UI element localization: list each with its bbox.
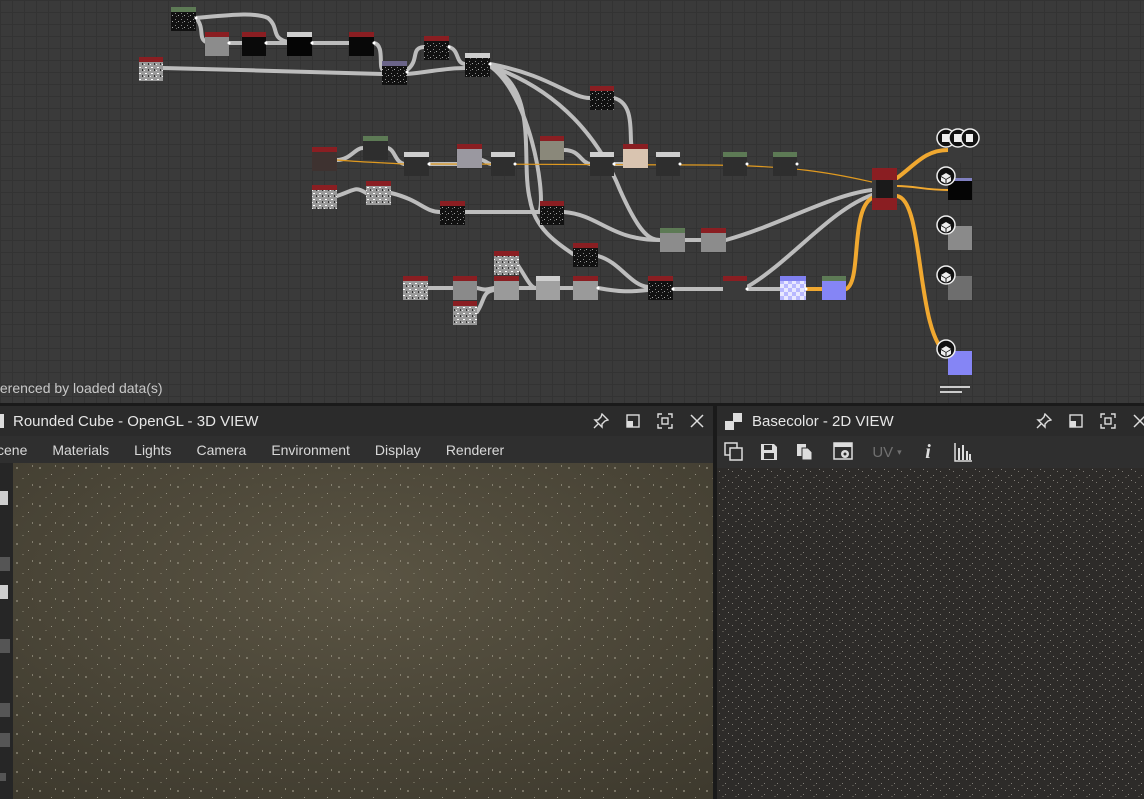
viewport3d-texture [13,463,713,799]
graph-node [540,136,564,160]
menu-lights[interactable]: Lights [134,442,171,458]
menu-renderer[interactable]: Renderer [446,442,504,458]
graph-node [404,152,429,176]
view3d-panel: Rounded Cube - OpenGL - 3D VIEW cene Mat… [0,406,713,799]
graph-node [590,152,614,176]
graph-status-text: ferenced by loaded data(s) [0,380,163,396]
tool-icon[interactable] [0,703,10,717]
graph-node [590,86,614,110]
graph-node [723,152,747,176]
graph-node [656,152,680,176]
graph-node [403,276,428,300]
graph-node [536,276,560,300]
view3d-title: Rounded Cube - OpenGL - 3D VIEW [13,412,259,430]
view2d-title: Basecolor - 2D VIEW [752,412,894,430]
graph-node [312,147,337,171]
restore-icon[interactable] [623,412,643,430]
view3d-icon [0,414,4,428]
graph-node [623,144,648,168]
view2d-toolbar: UV ▾ i [717,436,1144,468]
save-icon[interactable] [758,441,780,463]
menu-camera[interactable]: Camera [197,442,247,458]
view3d-viewport[interactable] [13,463,713,799]
graph-node [312,185,337,209]
graph-node [773,152,797,176]
close-icon[interactable] [687,412,707,430]
graph-node [453,301,477,325]
graph-node [287,32,312,56]
graph-node [494,276,519,300]
graph-node [780,276,806,300]
viewport2d-texture [717,468,1144,799]
graph-node [440,201,465,225]
tool-icon[interactable] [0,491,8,505]
tool-icon[interactable] [0,733,10,747]
restore-icon[interactable] [1066,412,1086,430]
pin-icon[interactable] [591,412,611,430]
view2d-titlebar: Basecolor - 2D VIEW [717,406,1144,436]
graph-node [573,243,598,267]
graph-node [453,276,477,300]
graph-node [424,36,449,60]
close-icon[interactable] [1130,412,1144,430]
graph-node [366,181,391,205]
graph-node [171,7,196,31]
view3d-side-toolbar [0,463,13,799]
graph-node [363,136,388,160]
graph-node [205,32,229,56]
view3d-menubar: cene Materials Lights Camera Environment… [0,436,713,463]
tool-icon[interactable] [0,639,10,653]
nodes[interactable] [139,7,972,375]
graph-node [660,228,685,252]
chevron-down-icon: ▾ [897,446,902,457]
graph-node [573,276,598,300]
output-caption [940,386,970,393]
view2d-window-controls [1034,412,1144,430]
graph-node [822,276,846,300]
tool-icon[interactable] [0,773,6,781]
view2d-panel: Basecolor - 2D VIEW UV ▾ i [717,406,1144,799]
graph-node [349,32,374,56]
menu-scene[interactable]: cene [0,442,27,458]
graph-node [494,251,519,275]
graph-canvas [139,7,980,393]
menu-environment[interactable]: Environment [271,442,350,458]
info-icon[interactable]: i [917,441,939,463]
graph-node [540,201,564,225]
menu-display[interactable]: Display [375,442,421,458]
graph-node [701,228,726,252]
graph-node [723,276,747,300]
graph-node [465,53,490,77]
pin-icon[interactable] [1034,412,1054,430]
settings-icon[interactable] [833,441,855,463]
copy-icon[interactable] [794,441,816,463]
view2d-viewport[interactable] [717,468,1144,799]
maximize-icon[interactable] [1098,412,1118,430]
export-icon[interactable] [723,441,745,463]
node-graph[interactable]: ferenced by loaded data(s) [0,0,1144,403]
uv-dropdown[interactable]: UV ▾ [867,441,907,463]
graph-node [457,144,482,168]
graph-node [139,57,163,81]
graph-node [648,276,673,300]
graph-node [491,152,515,176]
checker-icon [725,412,742,430]
view3d-titlebar: Rounded Cube - OpenGL - 3D VIEW [0,406,713,436]
view3d-window-controls [591,412,707,430]
tool-icon[interactable] [0,585,8,599]
menu-materials[interactable]: Materials [52,442,109,458]
uv-label: UV [872,443,894,461]
maximize-icon[interactable] [655,412,675,430]
graph-node [382,61,407,85]
pbr-material-node [872,168,897,210]
histogram-icon[interactable] [952,441,974,463]
graph-node [242,32,266,56]
tool-icon[interactable] [0,557,10,571]
